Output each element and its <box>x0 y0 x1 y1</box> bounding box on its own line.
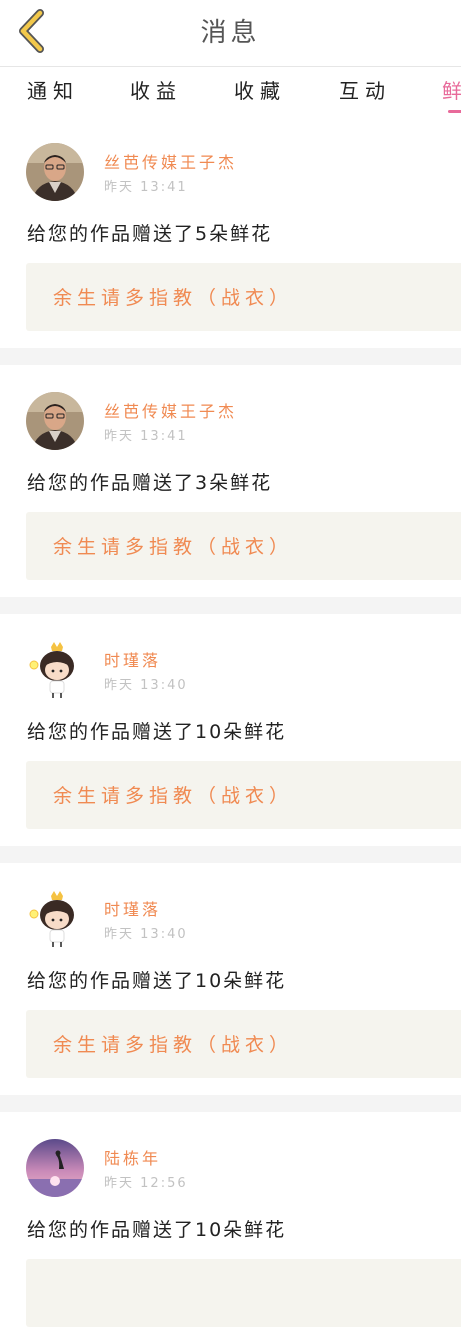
avatar[interactable] <box>26 1139 84 1197</box>
tab-flowers[interactable]: 鲜 <box>442 75 461 104</box>
work-title: 余生请多指教（战衣） <box>53 785 294 807</box>
work-title: 余生请多指教（战衣） <box>53 536 294 558</box>
top-bar: 消息 <box>0 0 461 67</box>
message-text: 给您的作品赠送了10朵鲜花 <box>27 1219 287 1241</box>
timestamp: 昨天 13:40 <box>104 678 188 693</box>
sender-name[interactable]: 时瑾落 <box>104 647 161 671</box>
work-title: 余生请多指教（战衣） <box>53 1034 294 1056</box>
work-reference[interactable] <box>26 1259 461 1327</box>
page-title: 消息 <box>200 18 261 48</box>
divider <box>0 348 461 365</box>
work-reference[interactable]: 余生请多指教（战衣） <box>26 1010 461 1078</box>
work-title: 余生请多指教（战衣） <box>53 287 294 309</box>
divider <box>0 846 461 863</box>
tab-bar: 通知 收益 收藏 互动 鲜 <box>0 67 461 115</box>
work-reference[interactable]: 余生请多指教（战衣） <box>26 761 461 829</box>
message-text: 给您的作品赠送了5朵鲜花 <box>27 223 273 245</box>
tab-notifications[interactable]: 通知 <box>27 75 79 104</box>
message-list: 丝芭传媒王子杰 昨天 13:41 给您的作品赠送了5朵鲜花 余生请多指教（战衣）… <box>0 116 461 1344</box>
avatar[interactable] <box>26 641 84 699</box>
avatar[interactable] <box>26 392 84 450</box>
sender-name[interactable]: 时瑾落 <box>104 896 161 920</box>
message-text: 给您的作品赠送了10朵鲜花 <box>27 970 287 992</box>
message-text: 给您的作品赠送了3朵鲜花 <box>27 472 273 494</box>
divider <box>0 597 461 614</box>
avatar[interactable] <box>26 143 84 201</box>
timestamp: 昨天 13:41 <box>104 180 188 195</box>
tab-favorites[interactable]: 收藏 <box>234 75 286 104</box>
timestamp: 昨天 13:41 <box>104 429 188 444</box>
sender-name[interactable]: 丝芭传媒王子杰 <box>104 398 237 422</box>
avatar[interactable] <box>26 890 84 948</box>
divider <box>0 1095 461 1112</box>
active-tab-indicator <box>448 110 461 113</box>
message-card: 丝芭传媒王子杰 昨天 13:41 给您的作品赠送了5朵鲜花 余生请多指教（战衣） <box>0 116 461 348</box>
timestamp: 昨天 13:40 <box>104 927 188 942</box>
tab-earnings[interactable]: 收益 <box>130 75 182 104</box>
message-card: 时瑾落 昨天 13:40 给您的作品赠送了10朵鲜花 余生请多指教（战衣） <box>0 863 461 1095</box>
message-card: 陆栋年 昨天 12:56 给您的作品赠送了10朵鲜花 <box>0 1112 461 1344</box>
work-reference[interactable]: 余生请多指教（战衣） <box>26 263 461 331</box>
message-card: 时瑾落 昨天 13:40 给您的作品赠送了10朵鲜花 余生请多指教（战衣） <box>0 614 461 846</box>
tab-interactions[interactable]: 互动 <box>339 75 391 104</box>
sender-name[interactable]: 丝芭传媒王子杰 <box>104 149 237 173</box>
timestamp: 昨天 12:56 <box>104 1176 188 1191</box>
work-reference[interactable]: 余生请多指教（战衣） <box>26 512 461 580</box>
message-card: 丝芭传媒王子杰 昨天 13:41 给您的作品赠送了3朵鲜花 余生请多指教（战衣） <box>0 365 461 597</box>
message-text: 给您的作品赠送了10朵鲜花 <box>27 721 287 743</box>
sender-name[interactable]: 陆栋年 <box>104 1145 161 1169</box>
